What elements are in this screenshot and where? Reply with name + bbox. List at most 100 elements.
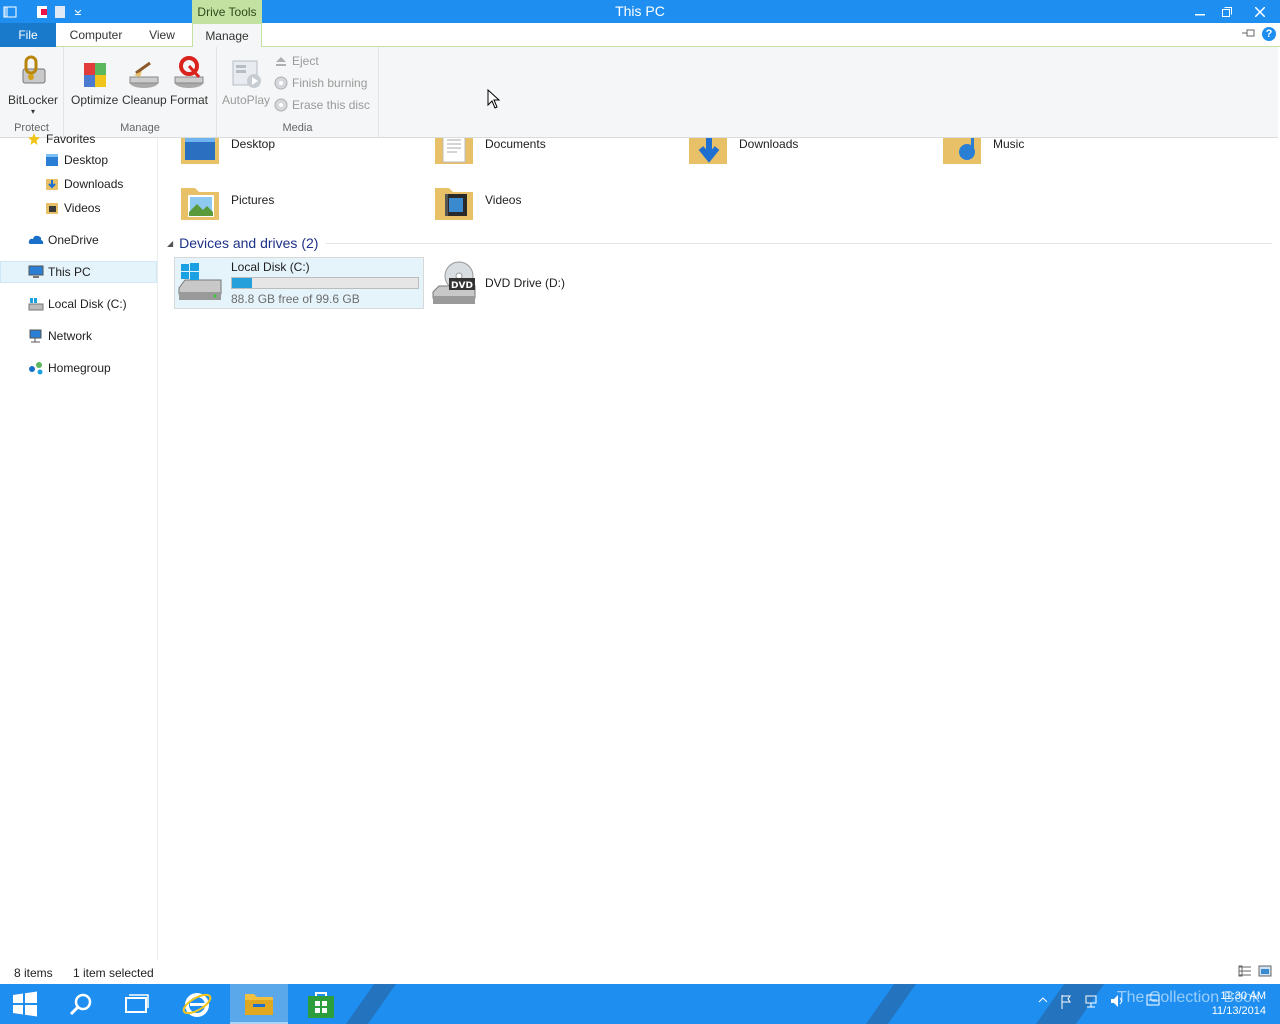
- capacity-bar: [231, 277, 419, 289]
- bitlocker-button[interactable]: BitLocker ▾: [8, 53, 58, 116]
- local-disk-icon: [28, 296, 44, 312]
- start-button[interactable]: [0, 984, 50, 1024]
- downloads-icon: [44, 176, 60, 192]
- taskbar-clock[interactable]: 11:30 AM 11/13/2014: [1212, 989, 1266, 1019]
- status-bar: 8 items 1 item selected: [0, 960, 1280, 984]
- drive-local-disk-c[interactable]: Local Disk (C:) 88.8 GB free of 99.6 GB: [174, 257, 424, 309]
- erase-disc-icon: [274, 98, 288, 112]
- nav-item-local-disk[interactable]: Local Disk (C:): [28, 293, 127, 315]
- downloads-folder-icon: [689, 138, 727, 164]
- erase-disc-label: Erase this disc: [292, 98, 371, 112]
- tab-view[interactable]: View: [140, 23, 184, 47]
- nav-item-this-pc[interactable]: This PC: [0, 261, 157, 283]
- eject-label: Eject: [292, 54, 319, 68]
- header-divider: [326, 242, 1272, 244]
- help-icon[interactable]: ?: [1262, 27, 1276, 41]
- collapse-triangle-icon: ◢: [167, 238, 174, 248]
- tab-manage[interactable]: Manage: [192, 23, 262, 48]
- chevron-down-icon[interactable]: [70, 4, 86, 20]
- drive-dvd-d[interactable]: DVD DVD Drive (D:): [429, 257, 679, 309]
- input-indicator-icon[interactable]: [1146, 994, 1160, 1013]
- devices-group-header[interactable]: ◢ Devices and drives (2): [167, 233, 1272, 253]
- taskbar: The Collection Book 11:30 AM 11/13/2014: [0, 984, 1280, 1024]
- minimize-icon: [1194, 13, 1205, 15]
- network-tray-icon[interactable]: [1084, 994, 1098, 1013]
- search-button[interactable]: [52, 984, 110, 1024]
- folder-label: Videos: [485, 193, 522, 207]
- bitlocker-icon: [16, 53, 50, 89]
- optimize-button[interactable]: Optimize: [71, 53, 118, 107]
- nav-favorites-label: Favorites: [46, 132, 96, 146]
- folder-documents[interactable]: Documents: [433, 138, 546, 168]
- format-button[interactable]: Format: [170, 53, 208, 107]
- autoplay-button[interactable]: AutoPlay: [222, 53, 270, 107]
- volume-icon[interactable]: [1110, 994, 1124, 1013]
- ribbon: BitLocker ▾ Protect Optimize Cleanup For…: [0, 47, 1278, 138]
- nav-item-onedrive[interactable]: OneDrive: [28, 229, 99, 251]
- pin-ribbon-icon[interactable]: [1242, 27, 1256, 41]
- cleanup-label: Cleanup: [122, 93, 167, 107]
- restore-button[interactable]: [1213, 0, 1240, 23]
- autoplay-label: AutoPlay: [222, 93, 271, 107]
- system-menu-icon[interactable]: [2, 4, 18, 20]
- onedrive-icon: [28, 232, 44, 248]
- group-media-label: Media: [282, 122, 313, 134]
- store-button[interactable]: [292, 984, 350, 1024]
- tab-file[interactable]: File: [0, 23, 56, 47]
- nav-favorites[interactable]: Favorites: [26, 128, 95, 150]
- optimize-icon: [78, 53, 112, 89]
- file-explorer-button[interactable]: [230, 984, 288, 1024]
- folder-music[interactable]: Music: [941, 138, 1024, 168]
- file-explorer-icon: [245, 994, 273, 1015]
- nav-item-network[interactable]: Network: [28, 325, 92, 347]
- nav-item-videos[interactable]: Videos: [44, 197, 100, 219]
- this-pc-icon: [28, 264, 44, 280]
- task-view-button[interactable]: [108, 984, 166, 1024]
- view-toggle: [1238, 965, 1272, 980]
- erase-disc-button[interactable]: Erase this disc: [274, 98, 370, 112]
- nav-item-label: Desktop: [64, 153, 109, 167]
- close-button[interactable]: [1240, 0, 1280, 23]
- nav-item-desktop[interactable]: Desktop: [44, 149, 108, 171]
- minimize-button[interactable]: [1186, 0, 1213, 23]
- nav-item-homegroup[interactable]: Homegroup: [28, 357, 111, 379]
- properties-icon[interactable]: [34, 4, 50, 20]
- ribbon-tabs: File Computer View Manage: [0, 23, 1280, 48]
- details-view-icon[interactable]: [1238, 965, 1252, 980]
- pictures-folder-icon: [181, 188, 219, 220]
- eject-icon: [276, 57, 286, 66]
- eject-button[interactable]: Eject: [274, 54, 319, 68]
- action-center-flag-icon[interactable]: [1060, 994, 1072, 1013]
- show-hidden-icons-icon[interactable]: [1038, 994, 1048, 1013]
- new-folder-icon[interactable]: [52, 4, 68, 20]
- context-tab-drive-tools: Drive Tools: [192, 0, 262, 23]
- tab-computer[interactable]: Computer: [62, 23, 130, 47]
- status-selection: 1 item selected: [73, 966, 154, 980]
- large-icons-view-icon[interactable]: [1258, 965, 1272, 980]
- restore-icon: [1221, 6, 1232, 17]
- format-label: Format: [170, 93, 209, 107]
- nav-item-label: Downloads: [64, 177, 124, 191]
- star-icon: [26, 131, 42, 147]
- nav-item-downloads[interactable]: Downloads: [44, 173, 123, 195]
- folder-pictures[interactable]: Pictures: [179, 176, 274, 224]
- folder-label: Downloads: [739, 138, 799, 151]
- nav-item-label: This PC: [48, 265, 91, 279]
- network-icon: [28, 328, 44, 344]
- drive-free-space: 88.8 GB free of 99.6 GB: [231, 292, 360, 306]
- clock-date: 11/13/2014: [1211, 1005, 1266, 1017]
- store-icon: [308, 992, 334, 1018]
- window-controls: [1186, 0, 1280, 23]
- folder-downloads[interactable]: Downloads: [687, 138, 798, 168]
- drive-label: DVD Drive (D:): [485, 276, 565, 290]
- system-tray: [1038, 994, 1160, 1013]
- videos-icon: [44, 200, 60, 216]
- taskbar-decoration: [858, 984, 924, 1024]
- finish-burning-button[interactable]: Finish burning: [274, 76, 367, 90]
- cleanup-button[interactable]: Cleanup: [122, 53, 167, 107]
- bitlocker-label: BitLocker: [8, 93, 59, 107]
- folder-videos[interactable]: Videos: [433, 176, 521, 224]
- folder-label: Music: [993, 138, 1025, 151]
- internet-explorer-button[interactable]: [168, 984, 226, 1024]
- folder-desktop[interactable]: Desktop: [179, 138, 275, 168]
